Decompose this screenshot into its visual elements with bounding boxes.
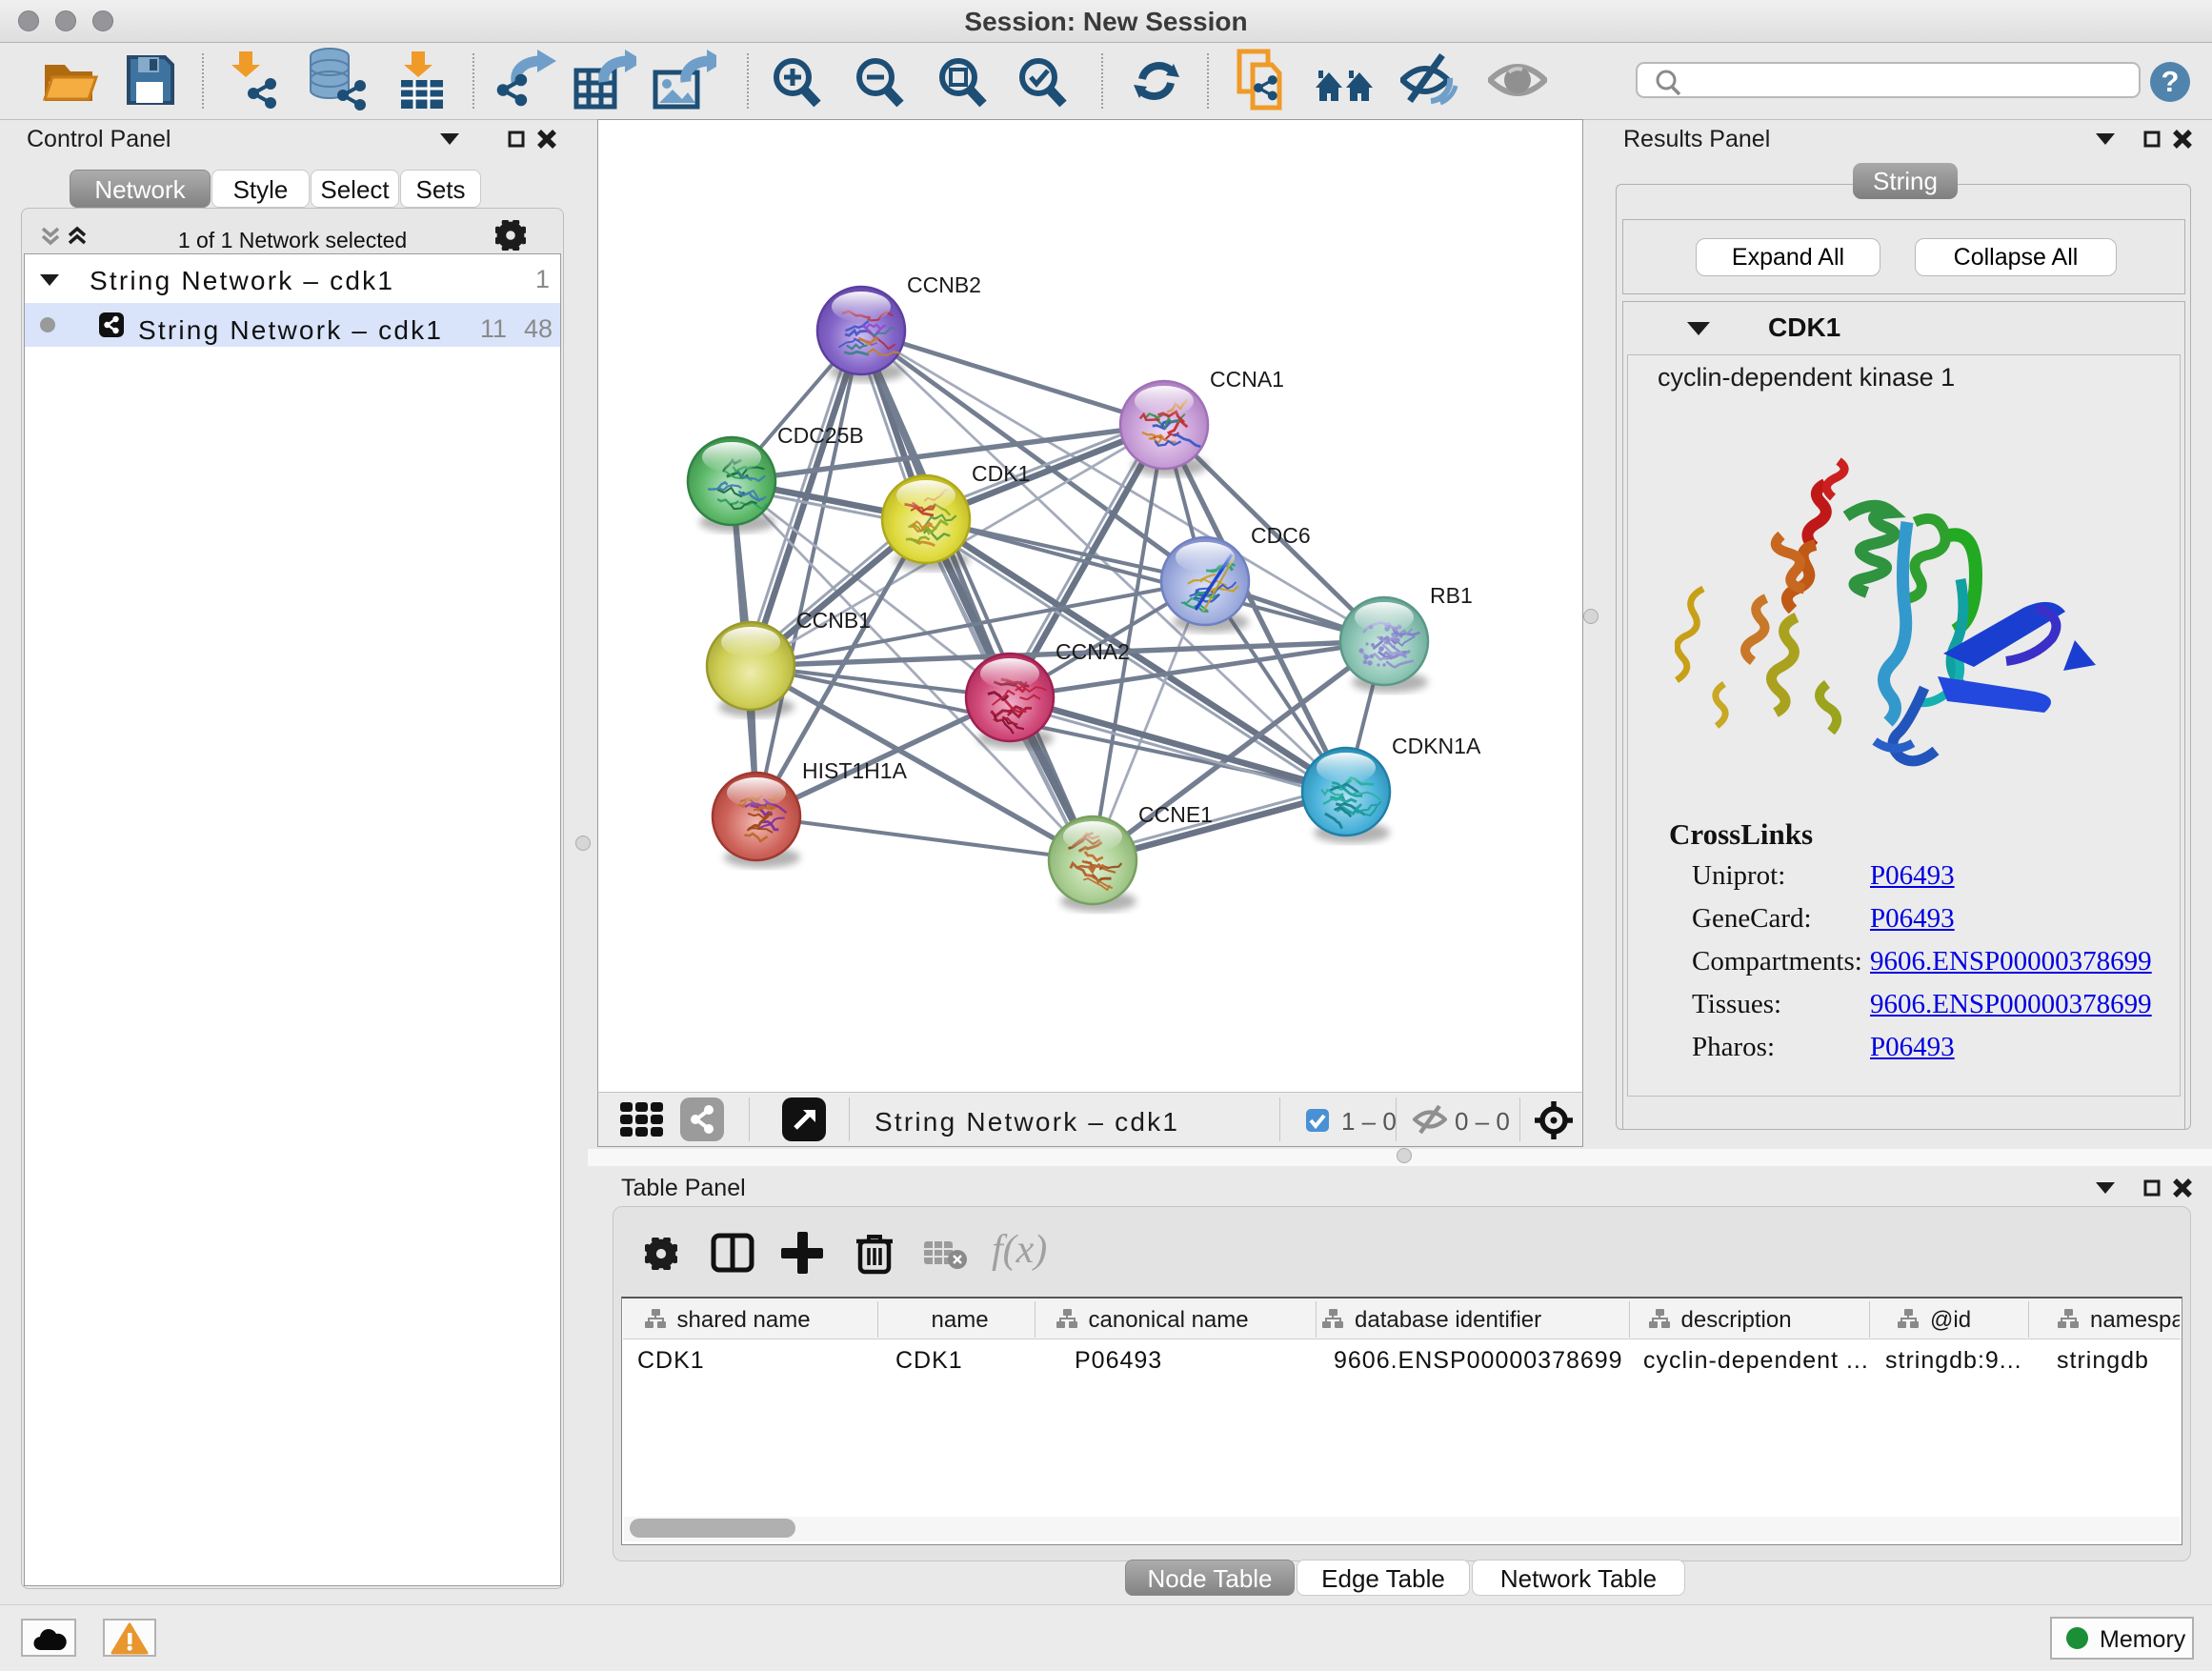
svg-text:CCNB2: CCNB2: [907, 272, 981, 297]
svg-text:CCNB1: CCNB1: [796, 608, 871, 633]
svg-text:CDC25B: CDC25B: [777, 423, 864, 448]
svg-text:CDK1: CDK1: [972, 461, 1030, 486]
svg-text:RB1: RB1: [1430, 583, 1473, 608]
svg-text:CCNA2: CCNA2: [1056, 639, 1130, 664]
svg-text:CCNA1: CCNA1: [1210, 367, 1284, 392]
svg-text:CDKN1A: CDKN1A: [1392, 734, 1481, 758]
svg-text:HIST1H1A: HIST1H1A: [802, 758, 908, 783]
svg-text:CDC6: CDC6: [1251, 523, 1311, 548]
svg-text:CCNE1: CCNE1: [1138, 802, 1213, 827]
